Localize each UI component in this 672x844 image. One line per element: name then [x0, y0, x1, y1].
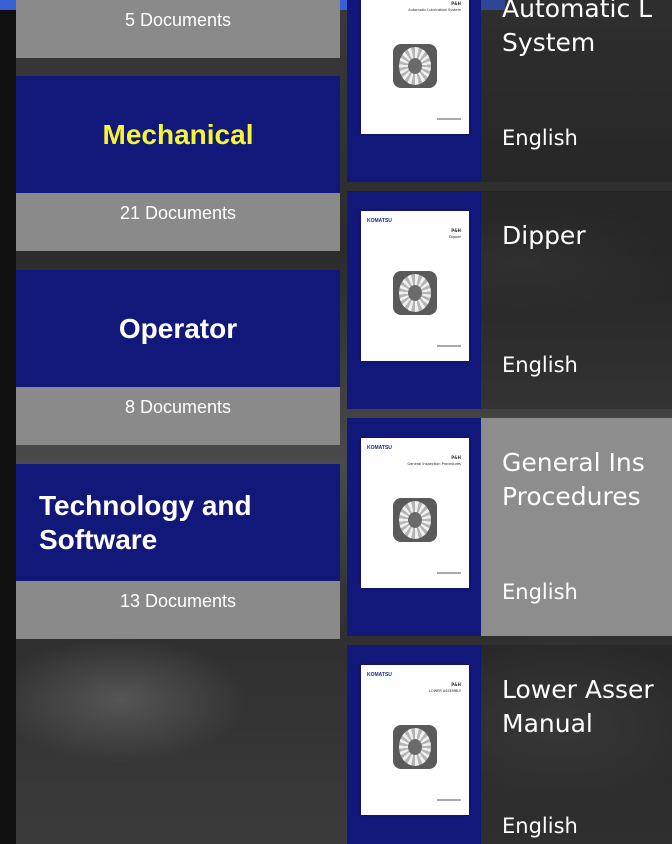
document-thumbnail: KOMATSU P&H LOWER ASSEMBLY [347, 645, 481, 844]
category-tile-mechanical[interactable]: Mechanical 21 Documents [16, 76, 340, 251]
gear-icon [393, 725, 437, 769]
document-tile[interactable]: KOMATSU P&H LOWER ASSEMBLY Lower Asser M… [347, 645, 672, 844]
cover-subtitle: Automatic Lubrication System [408, 8, 461, 12]
document-thumbnail: KOMATSU P&H Automatic Lubrication System [347, 0, 481, 182]
document-tile[interactable]: KOMATSU P&H General Inspection Procedure… [347, 418, 672, 636]
document-cover: KOMATSU P&H General Inspection Procedure… [361, 438, 469, 588]
brand-logo: KOMATSU [367, 672, 392, 678]
category-title: Operator [16, 270, 340, 387]
category-count: 21 Documents [16, 193, 340, 251]
cover-subtitle: LOWER ASSEMBLY [429, 689, 461, 693]
document-language: English [502, 814, 578, 838]
cover-subtitle: General Inspection Procedures [407, 462, 461, 466]
document-cover: KOMATSU P&H LOWER ASSEMBLY [361, 665, 469, 815]
gear-icon [393, 44, 437, 88]
category-tile-technology-and-software[interactable]: Technology and Software 13 Documents [16, 464, 340, 639]
document-cover: KOMATSU P&H Dipper [361, 211, 469, 361]
gear-icon [393, 498, 437, 542]
cover-badge: P&H [451, 455, 461, 460]
document-language: English [502, 353, 578, 377]
document-cover: KOMATSU P&H Automatic Lubrication System [361, 0, 469, 134]
left-edge [0, 0, 16, 844]
document-language: English [502, 126, 578, 150]
category-title: Mechanical [16, 76, 340, 193]
category-tile-top[interactable]: 5 Documents [16, 0, 340, 58]
document-tile[interactable]: KOMATSU P&H Dipper Dipper English [347, 191, 672, 409]
category-count: 8 Documents [16, 387, 340, 445]
cover-badge: P&H [451, 1, 461, 6]
cover-badge: P&H [451, 682, 461, 687]
document-title: General Ins Procedures [502, 448, 645, 511]
gear-icon [393, 271, 437, 315]
category-tile-operator[interactable]: Operator 8 Documents [16, 270, 340, 445]
category-count: 13 Documents [16, 581, 340, 639]
document-tile[interactable]: KOMATSU P&H Automatic Lubrication System… [347, 0, 672, 182]
document-language: English [502, 580, 578, 604]
cover-subtitle: Dipper [449, 235, 461, 239]
category-count: 5 Documents [16, 0, 340, 58]
document-title: Dipper [502, 221, 586, 250]
document-thumbnail: KOMATSU P&H General Inspection Procedure… [347, 418, 481, 636]
cover-badge: P&H [451, 228, 461, 233]
document-thumbnail: KOMATSU P&H Dipper [347, 191, 481, 409]
document-title: Lower Asser Manual [502, 675, 654, 738]
brand-logo: KOMATSU [367, 445, 392, 451]
document-title: Automatic L System [502, 0, 653, 57]
category-title: Technology and Software [16, 464, 340, 581]
brand-logo: KOMATSU [367, 218, 392, 224]
